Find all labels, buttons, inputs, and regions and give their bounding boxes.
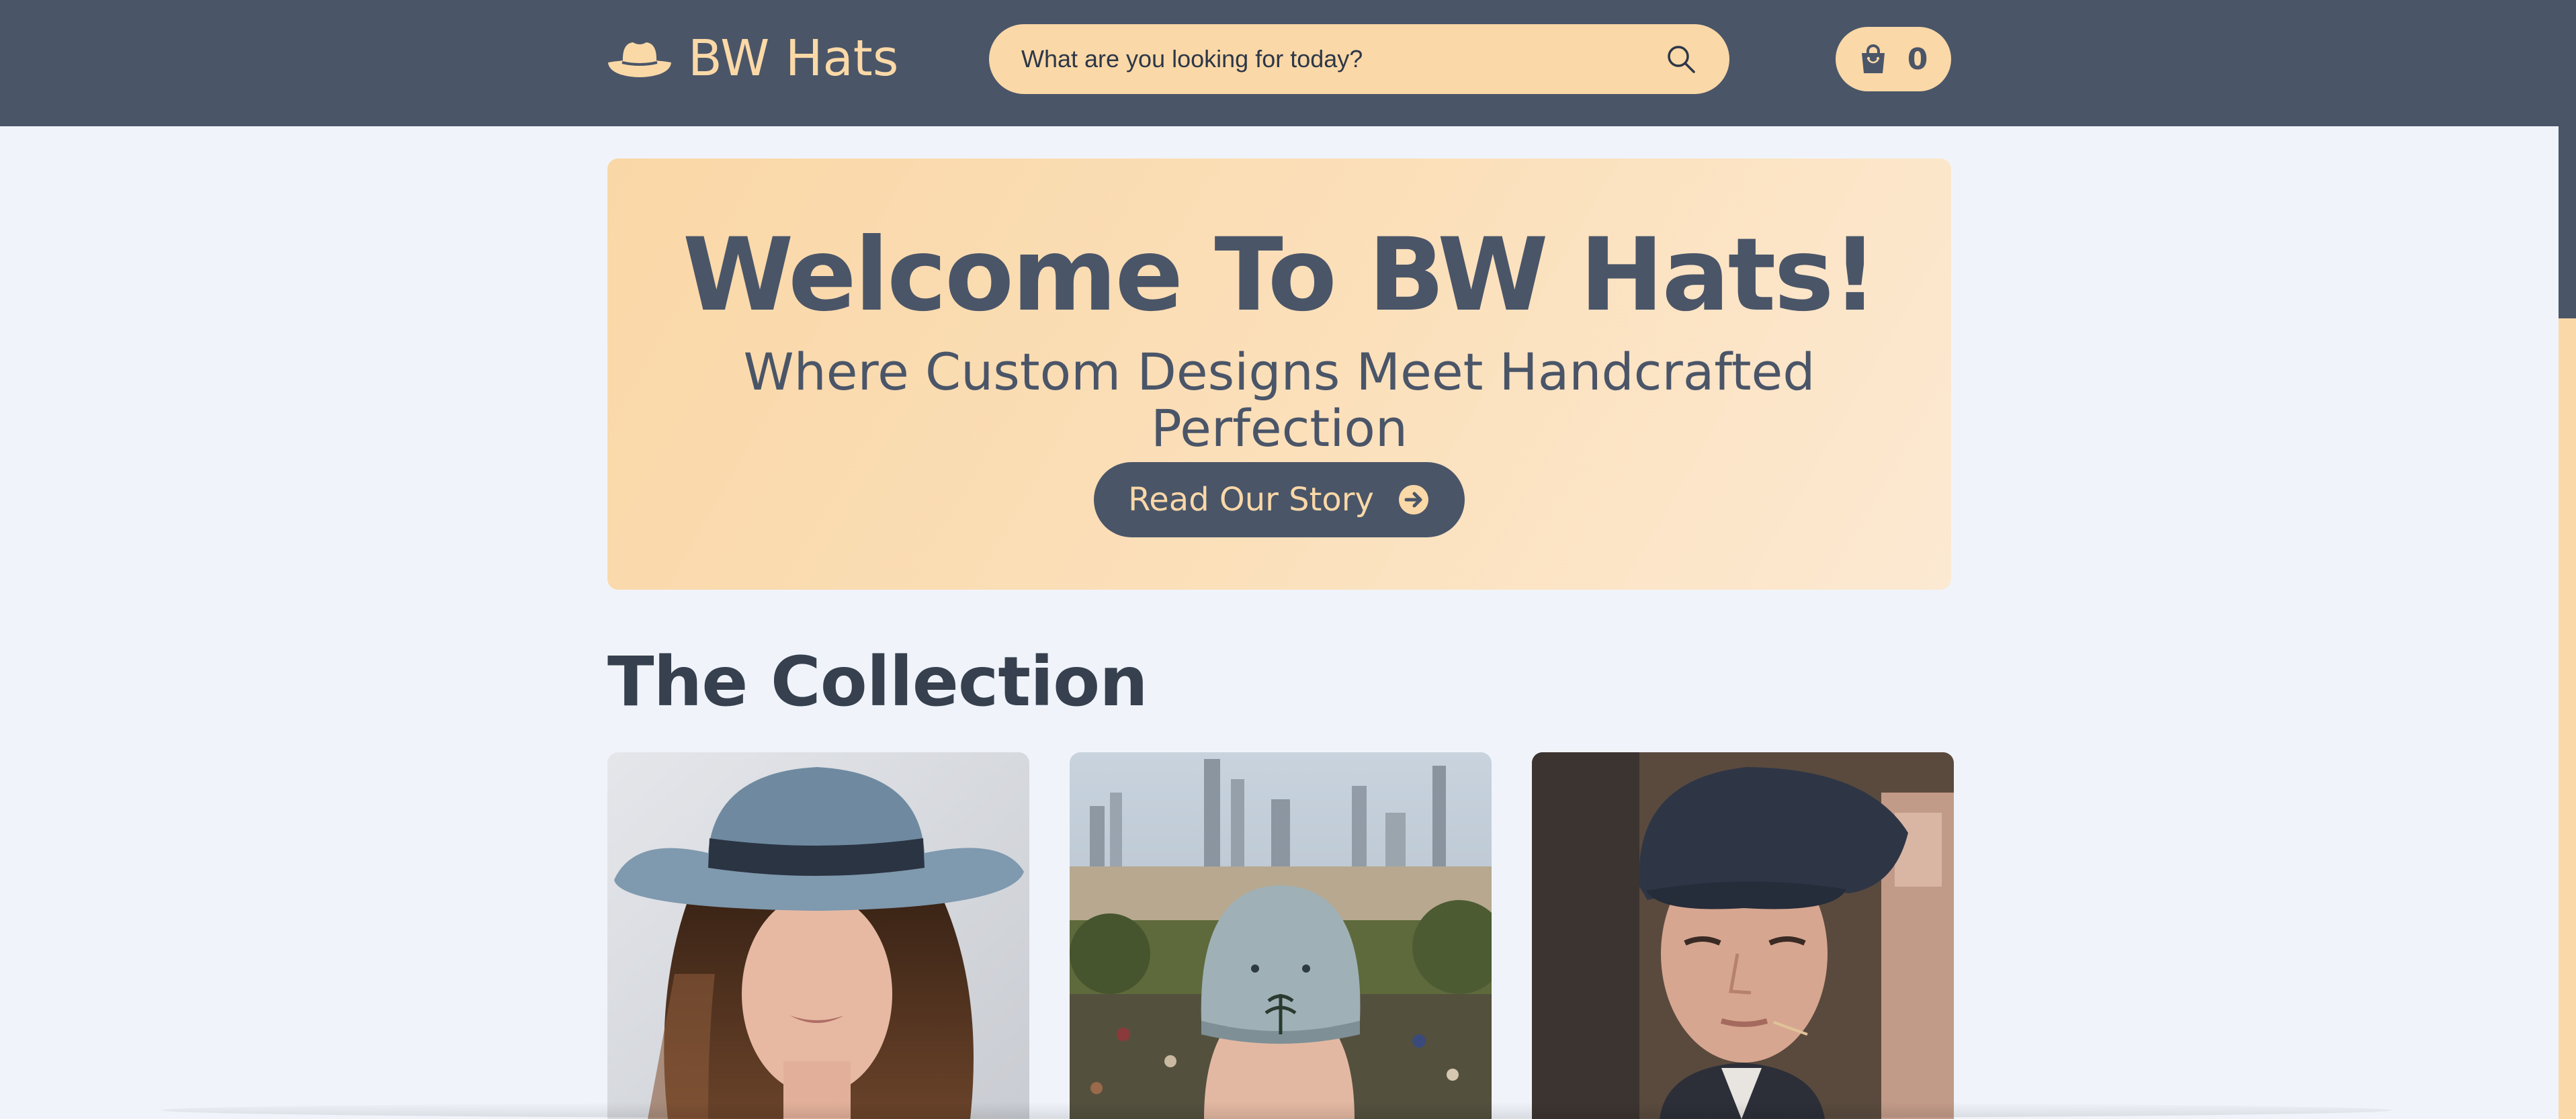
read-our-story-button[interactable]: Read Our Story bbox=[1094, 462, 1465, 537]
collection-item-flat-cap[interactable] bbox=[1532, 752, 1954, 1119]
product-image-fedora bbox=[607, 752, 1029, 1119]
site-header: BW Hats 0 bbox=[0, 0, 2559, 126]
hat-icon bbox=[608, 42, 671, 77]
shopping-bag-icon bbox=[1861, 44, 1885, 73]
search-bar bbox=[989, 24, 1729, 94]
logo-text: BW Hats bbox=[688, 30, 899, 87]
arrow-right-circle-icon bbox=[1398, 485, 1428, 514]
cart-button[interactable]: 0 bbox=[1836, 27, 1951, 91]
product-image-baseball-cap bbox=[1070, 752, 1492, 1119]
collection-item-baseball-cap[interactable] bbox=[1070, 752, 1492, 1119]
product-image-flat-cap bbox=[1532, 752, 1954, 1119]
search-input[interactable] bbox=[1021, 45, 1665, 73]
cart-count: 0 bbox=[1907, 42, 1928, 77]
scrollbar-thumb[interactable] bbox=[2559, 0, 2576, 318]
search-icon[interactable] bbox=[1665, 43, 1697, 75]
read-our-story-label: Read Our Story bbox=[1128, 481, 1374, 519]
collection-title: The Collection bbox=[607, 642, 1148, 722]
collection-item-fedora[interactable] bbox=[607, 752, 1029, 1119]
hero-title: Welcome To BW Hats! bbox=[682, 217, 1878, 334]
hero-subtitle: Where Custom Designs Meet Handcrafted Pe… bbox=[743, 342, 1815, 458]
logo-link[interactable]: BW Hats bbox=[606, 27, 898, 90]
hero-banner: Welcome To BW Hats! Where Custom Designs… bbox=[607, 159, 1951, 590]
